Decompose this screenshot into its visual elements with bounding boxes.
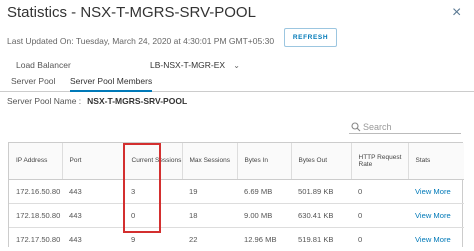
members-table: IP Address Port Current Sessions Max Ses… <box>8 142 463 247</box>
cell-port: 443 <box>62 204 124 228</box>
column-header-stats: Stats <box>408 143 464 180</box>
cell-bytes-in: 9.00 MB <box>237 204 291 228</box>
cell-max-sessions: 19 <box>182 180 237 204</box>
cell-bytes-out: 501.89 KB <box>291 180 351 204</box>
column-header-http-request-rate[interactable]: HTTP Request Rate <box>351 143 408 180</box>
load-balancer-select[interactable]: LB-NSX-T-MGR-EX ⌄ <box>150 58 242 72</box>
cell-ip-address: 172.16.50.80 <box>9 180 62 204</box>
server-pool-name: Server Pool Name : NSX-T-MGRS-SRV-POOL <box>7 96 187 106</box>
search-icon <box>349 121 363 133</box>
server-pool-name-label: Server Pool Name : <box>7 96 81 106</box>
close-icon[interactable]: × <box>452 4 461 22</box>
column-header-ip-address[interactable]: IP Address <box>9 143 62 180</box>
cell-ip-address: 172.17.50.80 <box>9 228 62 251</box>
cell-port: 443 <box>62 228 124 251</box>
cell-current-sessions: 0 <box>124 204 182 228</box>
cell-current-sessions: 9 <box>124 228 182 251</box>
refresh-button[interactable]: REFRESH <box>284 28 337 47</box>
last-updated-text: Last Updated On: Tuesday, March 24, 2020… <box>7 36 274 46</box>
column-header-bytes-out[interactable]: Bytes Out <box>291 143 351 180</box>
cell-max-sessions: 18 <box>182 204 237 228</box>
table-header-row: IP Address Port Current Sessions Max Ses… <box>9 143 464 180</box>
chevron-down-icon: ⌄ <box>233 61 240 70</box>
cell-port: 443 <box>62 180 124 204</box>
cell-http-request-rate: 0 <box>351 228 408 251</box>
server-pool-name-value: NSX-T-MGRS-SRV-POOL <box>87 96 187 106</box>
cell-bytes-out: 630.41 KB <box>291 204 351 228</box>
column-header-max-sessions[interactable]: Max Sessions <box>182 143 237 180</box>
view-more-link[interactable]: View More <box>408 180 464 204</box>
search-input[interactable]: Search <box>349 121 461 134</box>
table-row: 172.17.50.80 443 9 22 12.96 MB 519.81 KB… <box>9 228 464 251</box>
cell-current-sessions: 3 <box>124 180 182 204</box>
view-more-link[interactable]: View More <box>408 204 464 228</box>
cell-bytes-out: 519.81 KB <box>291 228 351 251</box>
cell-bytes-in: 12.96 MB <box>237 228 291 251</box>
view-more-link[interactable]: View More <box>408 228 464 251</box>
search-placeholder: Search <box>363 122 392 132</box>
dialog-title: Statistics - NSX-T-MGRS-SRV-POOL <box>7 4 256 21</box>
cell-http-request-rate: 0 <box>351 180 408 204</box>
column-header-bytes-in[interactable]: Bytes In <box>237 143 291 180</box>
cell-ip-address: 172.18.50.80 <box>9 204 62 228</box>
table-row: 172.16.50.80 443 3 19 6.69 MB 501.89 KB … <box>9 180 464 204</box>
load-balancer-value: LB-NSX-T-MGR-EX <box>150 60 225 70</box>
tab-bar: Server Pool Server Pool Members <box>0 74 474 92</box>
column-header-current-sessions[interactable]: Current Sessions <box>124 143 182 180</box>
cell-bytes-in: 6.69 MB <box>237 180 291 204</box>
cell-http-request-rate: 0 <box>351 204 408 228</box>
column-header-port[interactable]: Port <box>62 143 124 180</box>
cell-max-sessions: 22 <box>182 228 237 251</box>
load-balancer-label: Load Balancer <box>16 60 71 70</box>
tab-server-pool[interactable]: Server Pool <box>11 76 55 90</box>
tab-server-pool-members[interactable]: Server Pool Members <box>70 76 152 92</box>
table-row: 172.18.50.80 443 0 18 9.00 MB 630.41 KB … <box>9 204 464 228</box>
